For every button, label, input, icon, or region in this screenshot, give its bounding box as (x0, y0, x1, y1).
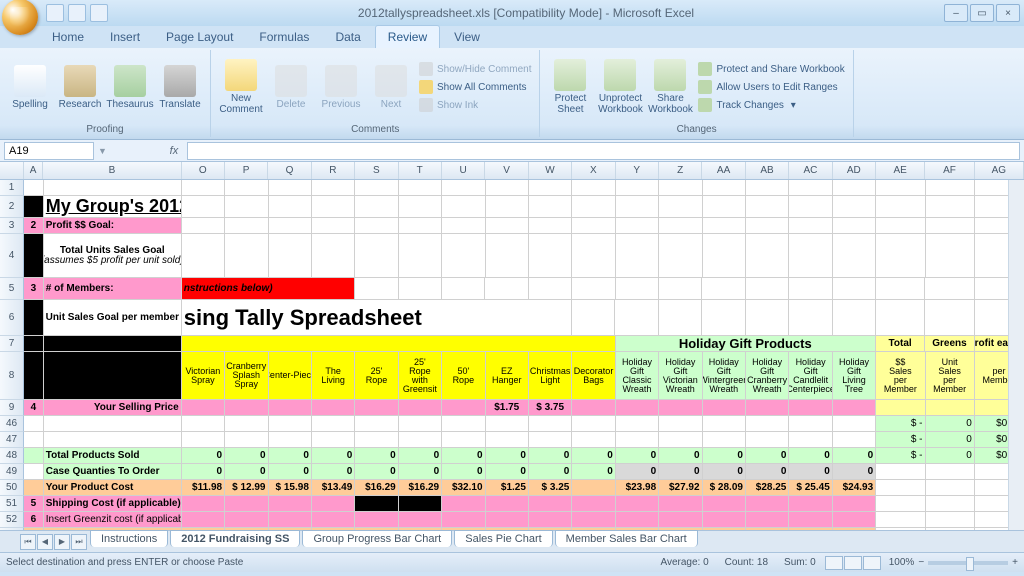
status-message: Select destination and press ENTER or ch… (6, 557, 243, 568)
tab-pagelayout[interactable]: Page Layout (154, 26, 245, 48)
view-pagelayout-button[interactable] (844, 556, 862, 570)
tab-view[interactable]: View (442, 26, 492, 48)
track-changes-button[interactable]: Track Changes ▾ (696, 97, 846, 113)
group-proofing: Spelling Research Thesaurus Translate Pr… (4, 50, 211, 137)
group-comments: New Comment Delete Previous Next Show/Hi… (215, 50, 540, 137)
share-workbook-button[interactable]: Share Workbook (646, 52, 694, 122)
sheet-nav-prev[interactable]: ◀ (37, 534, 53, 550)
sheet-tab[interactable]: Sales Pie Chart (454, 530, 552, 547)
sheet-tab[interactable]: Group Progress Bar Chart (302, 530, 452, 547)
ribbon-tabs: Home Insert Page Layout Formulas Data Re… (0, 26, 1024, 48)
zoom-control[interactable]: 100% −+ (889, 557, 1018, 568)
sheet-nav-last[interactable]: ⏭ (71, 534, 87, 550)
close-button[interactable]: × (996, 4, 1020, 22)
quick-access-toolbar (46, 4, 108, 22)
formula-bar: A19 ▼ fx (0, 140, 1024, 162)
office-button[interactable] (2, 0, 38, 35)
qat-undo-icon[interactable] (68, 4, 86, 22)
show-hide-comment-button[interactable]: Show/Hide Comment (417, 61, 533, 77)
formula-input[interactable] (187, 142, 1020, 160)
title-bar: 2012tallyspreadsheet.xls [Compatibility … (0, 0, 1024, 26)
ribbon: Spelling Research Thesaurus Translate Pr… (0, 48, 1024, 140)
tab-formulas[interactable]: Formulas (247, 26, 321, 48)
sheet-tab[interactable]: Member Sales Bar Chart (555, 530, 698, 547)
status-count: Count: 18 (725, 557, 768, 568)
new-comment-button[interactable]: New Comment (217, 52, 265, 122)
spelling-button[interactable]: Spelling (6, 52, 54, 122)
tab-home[interactable]: Home (40, 26, 96, 48)
qat-save-icon[interactable] (46, 4, 64, 22)
sheet-nav-first[interactable]: ⏮ (20, 534, 36, 550)
group-changes: Protect Sheet Unprotect Workbook Share W… (544, 50, 853, 137)
protect-share-button[interactable]: Protect and Share Workbook (696, 61, 846, 77)
name-box[interactable]: A19 (4, 142, 94, 160)
tab-review[interactable]: Review (375, 25, 440, 48)
unprotect-workbook-button[interactable]: Unprotect Workbook (596, 52, 644, 122)
sheet-tab[interactable]: 2012 Fundraising SS (170, 530, 300, 547)
translate-button[interactable]: Translate (156, 52, 204, 122)
restore-button[interactable]: ▭ (970, 4, 994, 22)
view-normal-button[interactable] (825, 556, 843, 570)
row-headers[interactable]: 1234567894647484950515253 (0, 180, 24, 530)
status-sum: Sum: 0 (784, 557, 816, 568)
status-bar: Select destination and press ENTER or ch… (0, 552, 1024, 572)
fx-icon[interactable]: fx (165, 142, 183, 160)
vertical-scrollbar[interactable] (1008, 180, 1024, 530)
show-ink-button[interactable]: Show Ink (417, 97, 533, 113)
previous-comment-button[interactable]: Previous (317, 52, 365, 122)
tab-insert[interactable]: Insert (98, 26, 152, 48)
column-headers[interactable]: ABOPQRSTUVWXYZAAABACADAEAFAG (0, 162, 1024, 180)
delete-comment-button[interactable]: Delete (267, 52, 315, 122)
minimize-button[interactable]: – (944, 4, 968, 22)
zoom-slider[interactable] (928, 561, 1008, 565)
next-comment-button[interactable]: Next (367, 52, 415, 122)
cell-area[interactable]: My Group's 2012 Fu2Profit $$ Goal:Total … (24, 180, 1024, 530)
sheet-tab-bar: ⏮ ◀ ▶ ⏭ Instructions2012 Fundraising SSG… (0, 530, 1024, 552)
sheet-tab[interactable]: Instructions (90, 530, 168, 547)
research-button[interactable]: Research (56, 52, 104, 122)
sheet-nav-next[interactable]: ▶ (54, 534, 70, 550)
view-pagebreak-button[interactable] (863, 556, 881, 570)
protect-sheet-button[interactable]: Protect Sheet (546, 52, 594, 122)
spreadsheet-grid[interactable]: ABOPQRSTUVWXYZAAABACADAEAFAG 12345678946… (0, 162, 1024, 530)
allow-edit-ranges-button[interactable]: Allow Users to Edit Ranges (696, 79, 846, 95)
tab-data[interactable]: Data (323, 26, 372, 48)
qat-redo-icon[interactable] (90, 4, 108, 22)
status-average: Average: 0 (660, 557, 708, 568)
window-title: 2012tallyspreadsheet.xls [Compatibility … (108, 6, 944, 20)
thesaurus-button[interactable]: Thesaurus (106, 52, 154, 122)
show-all-comments-button[interactable]: Show All Comments (417, 79, 533, 95)
